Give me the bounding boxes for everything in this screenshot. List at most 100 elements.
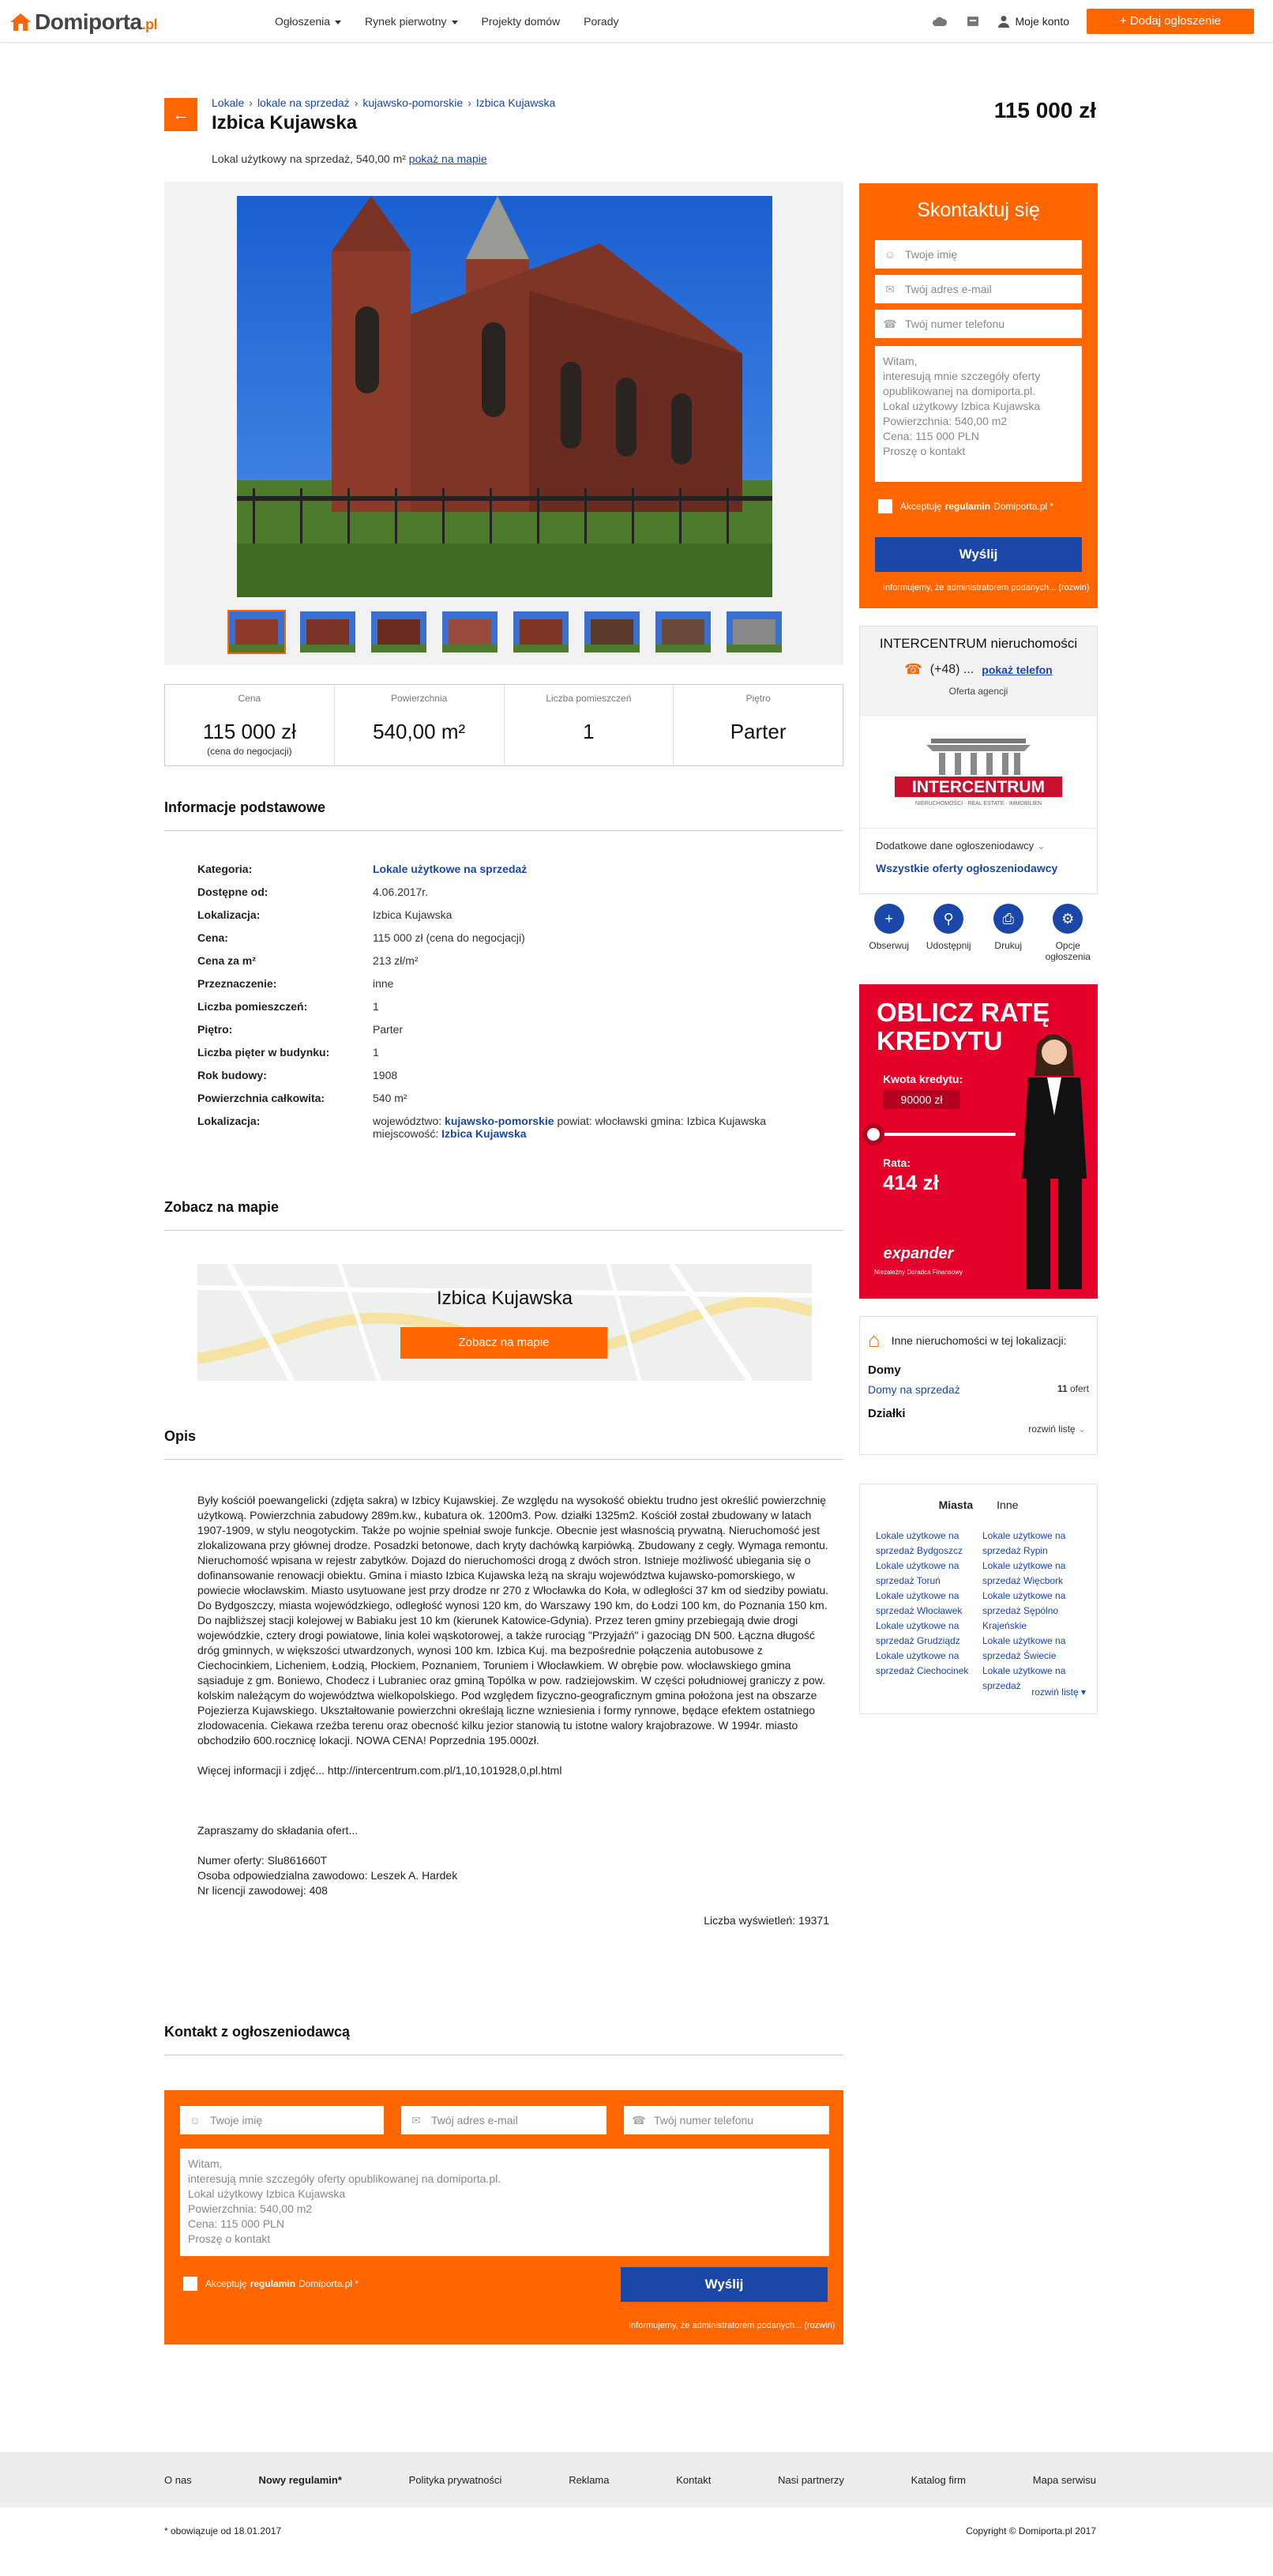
accept-suffix: Domiporta.pl * xyxy=(993,501,1054,512)
action-label: Udostępnij xyxy=(926,940,971,951)
breadcrumb-separator: › xyxy=(354,96,359,109)
admin-note-link[interactable]: Informujemy, że administratorem podanych… xyxy=(883,583,1089,592)
phone-field[interactable]: ☎ Twój numer telefonu xyxy=(624,2106,829,2134)
location-link[interactable]: Lokale użytkowe na sprzedaż Rypin xyxy=(982,1529,1081,1559)
county-commune-text: powiat: włocławski gmina: Izbica Kujawsk… xyxy=(557,1115,766,1127)
nav-item-1[interactable]: Rynek pierwotny xyxy=(365,15,458,28)
gallery-thumbnail[interactable] xyxy=(512,610,570,654)
breadcrumb-item[interactable]: kujawsko-pomorskie xyxy=(362,96,463,109)
breadcrumb-item[interactable]: Lokale xyxy=(212,96,244,109)
fact-label: Piętro xyxy=(745,693,771,704)
nav-item-2[interactable]: Projekty domów xyxy=(482,15,561,28)
action-label: Obserwuj xyxy=(869,940,910,951)
more-advertiser-data[interactable]: Dodatkowe dane ogłoszeniodawcy ⌄ xyxy=(860,829,1097,852)
footer-link[interactable]: O nas xyxy=(164,2474,192,2486)
name-field[interactable]: ☺ Twoje imię xyxy=(180,2106,384,2134)
tab-cities[interactable]: Miasta xyxy=(939,1499,974,1511)
view-map-button[interactable]: Zobacz na mapie xyxy=(400,1327,607,1359)
footer-link[interactable]: Mapa serwisu xyxy=(1033,2474,1096,2486)
gallery-thumbnail[interactable] xyxy=(654,610,712,654)
admin-note-link[interactable]: Informujemy, że administratorem podanych… xyxy=(629,2321,835,2330)
expand-locations-link[interactable]: rozwiń listę ▾ xyxy=(1031,1687,1086,1698)
accept-terms-checkbox[interactable]: Akceptuję regulamin Domiporta.pl * xyxy=(183,2277,359,2291)
show-phone-link[interactable]: pokaż telefon xyxy=(982,664,1052,676)
gallery-thumbnail[interactable] xyxy=(299,610,357,654)
locality-link[interactable]: Izbica Kujawska xyxy=(441,1127,526,1140)
info-row: Powierzchnia całkowita: 540 m² xyxy=(197,1092,829,1115)
gallery-thumbnail[interactable] xyxy=(725,610,783,654)
houses-for-sale-link[interactable]: Domy na sprzedaż xyxy=(868,1383,960,1396)
agency-logo-text: INTERCENTRUM xyxy=(912,778,1045,796)
print-icon: ⎙ xyxy=(993,904,1023,934)
footer-link[interactable]: Nowy regulamin* xyxy=(258,2474,341,2486)
all-advertiser-offers-link[interactable]: Wszystkie oferty ogłoszeniodawcy xyxy=(860,852,1097,874)
gallery-thumbnail[interactable] xyxy=(227,610,286,654)
message-field[interactable]: Witam, interesują mnie szczegóły oferty … xyxy=(180,2149,829,2256)
location-link[interactable]: Lokale użytkowe na sprzedaż Włocławek xyxy=(876,1589,974,1619)
location-link[interactable]: Lokale użytkowe na sprzedaż Świecie xyxy=(982,1634,1081,1664)
location-link[interactable]: Lokale użytkowe na sprzedaż Więcbork xyxy=(982,1559,1081,1589)
send-button[interactable]: Wyślij xyxy=(875,537,1082,572)
arrow-left-icon: ← xyxy=(172,104,190,124)
add-listing-button[interactable]: + Dodaj ogłoszenie xyxy=(1087,9,1254,34)
location-link[interactable]: Lokale użytkowe na sprzedaż Toruń xyxy=(876,1559,974,1589)
site-logo[interactable]: Domiporta.pl xyxy=(9,9,157,35)
breadcrumb-item[interactable]: lokale na sprzedaż xyxy=(257,96,350,109)
footer-link[interactable]: Katalog firm xyxy=(911,2474,966,2486)
voivodeship-link[interactable]: kujawsko-pomorskie xyxy=(445,1115,554,1127)
name-field[interactable]: ☺ Twoje imię xyxy=(875,240,1082,269)
action-0[interactable]: + Obserwuj xyxy=(862,904,917,962)
info-value: Izbica Kujawska xyxy=(373,908,829,931)
loan-calculator-banner[interactable]: OBLICZ RATĘ KREDYTU Kwota kredytu: 90000 … xyxy=(859,984,1098,1299)
gallery-thumbnail[interactable] xyxy=(441,610,499,654)
footer-link[interactable]: Polityka prywatności xyxy=(409,2474,502,2486)
show-on-map-link[interactable]: pokaż na mapie xyxy=(409,152,487,165)
action-1[interactable]: ⚲ Udostępnij xyxy=(921,904,976,962)
cloud-icon[interactable] xyxy=(932,13,948,29)
messages-icon[interactable] xyxy=(965,13,981,29)
main-photo[interactable] xyxy=(237,196,772,597)
phone-field[interactable]: ☎ Twój numer telefonu xyxy=(875,310,1082,338)
nav-item-0[interactable]: Ogłoszenia xyxy=(275,15,342,28)
nav-item-label: Porady xyxy=(584,15,619,28)
description-paragraph: Zapraszamy do składania ofert... xyxy=(197,1824,359,1837)
gallery-thumbnail[interactable] xyxy=(583,610,641,654)
footer: O nas Nowy regulamin* Polityka prywatności… xyxy=(0,2452,1273,2507)
agency-logo[interactable]: INTERCENTRUM NIERUCHOMOŚCI · REAL ESTATE… xyxy=(860,716,1097,829)
back-button[interactable]: ← xyxy=(164,98,197,131)
action-2[interactable]: ⎙ Drukuj xyxy=(981,904,1036,962)
location-link[interactable]: Lokale użytkowe na sprzedaż Sępólno Kraj… xyxy=(982,1589,1081,1634)
email-field[interactable]: ✉ Twój adres e-mail xyxy=(875,275,1082,303)
gallery-thumbnail[interactable] xyxy=(370,610,428,654)
send-button[interactable]: Wyślij xyxy=(621,2267,828,2302)
nav-item-3[interactable]: Porady xyxy=(584,15,618,28)
message-field[interactable]: Witam, interesują mnie szczegóły oferty … xyxy=(875,346,1082,482)
email-field[interactable]: ✉ Twój adres e-mail xyxy=(401,2106,606,2134)
footer-link[interactable]: Nasi partnerzy xyxy=(778,2474,844,2486)
section-basic-info-heading: Informacje podstawowe xyxy=(164,799,843,831)
loan-slider-track[interactable] xyxy=(866,1133,1016,1136)
tab-other[interactable]: Inne xyxy=(997,1499,1018,1511)
footer-link[interactable]: Reklama xyxy=(569,2474,609,2486)
accept-terms-checkbox[interactable]: Akceptuję regulamin Domiporta.pl * xyxy=(878,499,1053,513)
expand-list-link[interactable]: rozwiń listę ⌄ xyxy=(860,1420,1097,1435)
info-row: Liczba pomieszczeń: 1 xyxy=(197,1000,829,1023)
info-row: Piętro: Parter xyxy=(197,1023,829,1046)
info-value-link[interactable]: Lokale użytkowe na sprzedaż xyxy=(373,863,527,875)
loan-slider-handle[interactable] xyxy=(862,1123,884,1145)
info-value: Parter xyxy=(373,1023,829,1046)
user-icon xyxy=(997,16,1009,28)
info-key: Przeznaczenie: xyxy=(197,977,277,990)
location-link[interactable]: Lokale użytkowe na sprzedaż Bydgoszcz xyxy=(876,1529,974,1559)
location-link[interactable]: Lokale użytkowe na sprzedaż Grudziądz xyxy=(876,1619,974,1649)
footer-link[interactable]: Kontakt xyxy=(676,2474,711,2486)
info-value: 1 xyxy=(373,1000,829,1023)
breadcrumb-item[interactable]: Izbica Kujawska xyxy=(476,96,555,109)
phone-icon: ☎ xyxy=(632,2113,646,2127)
expander-tagline: Niezależny Doradca Finansowy xyxy=(873,1269,963,1276)
location-link[interactable]: Lokale użytkowe na sprzedaż Ciechocinek xyxy=(876,1649,974,1679)
action-3[interactable]: ⚙ Opcje ogłoszenia xyxy=(1040,904,1095,962)
map-preview[interactable]: Izbica Kujawska Zobacz na mapie xyxy=(197,1264,812,1381)
breadcrumb-separator: › xyxy=(249,96,253,109)
my-account-link[interactable]: Moje konto xyxy=(997,15,1069,28)
